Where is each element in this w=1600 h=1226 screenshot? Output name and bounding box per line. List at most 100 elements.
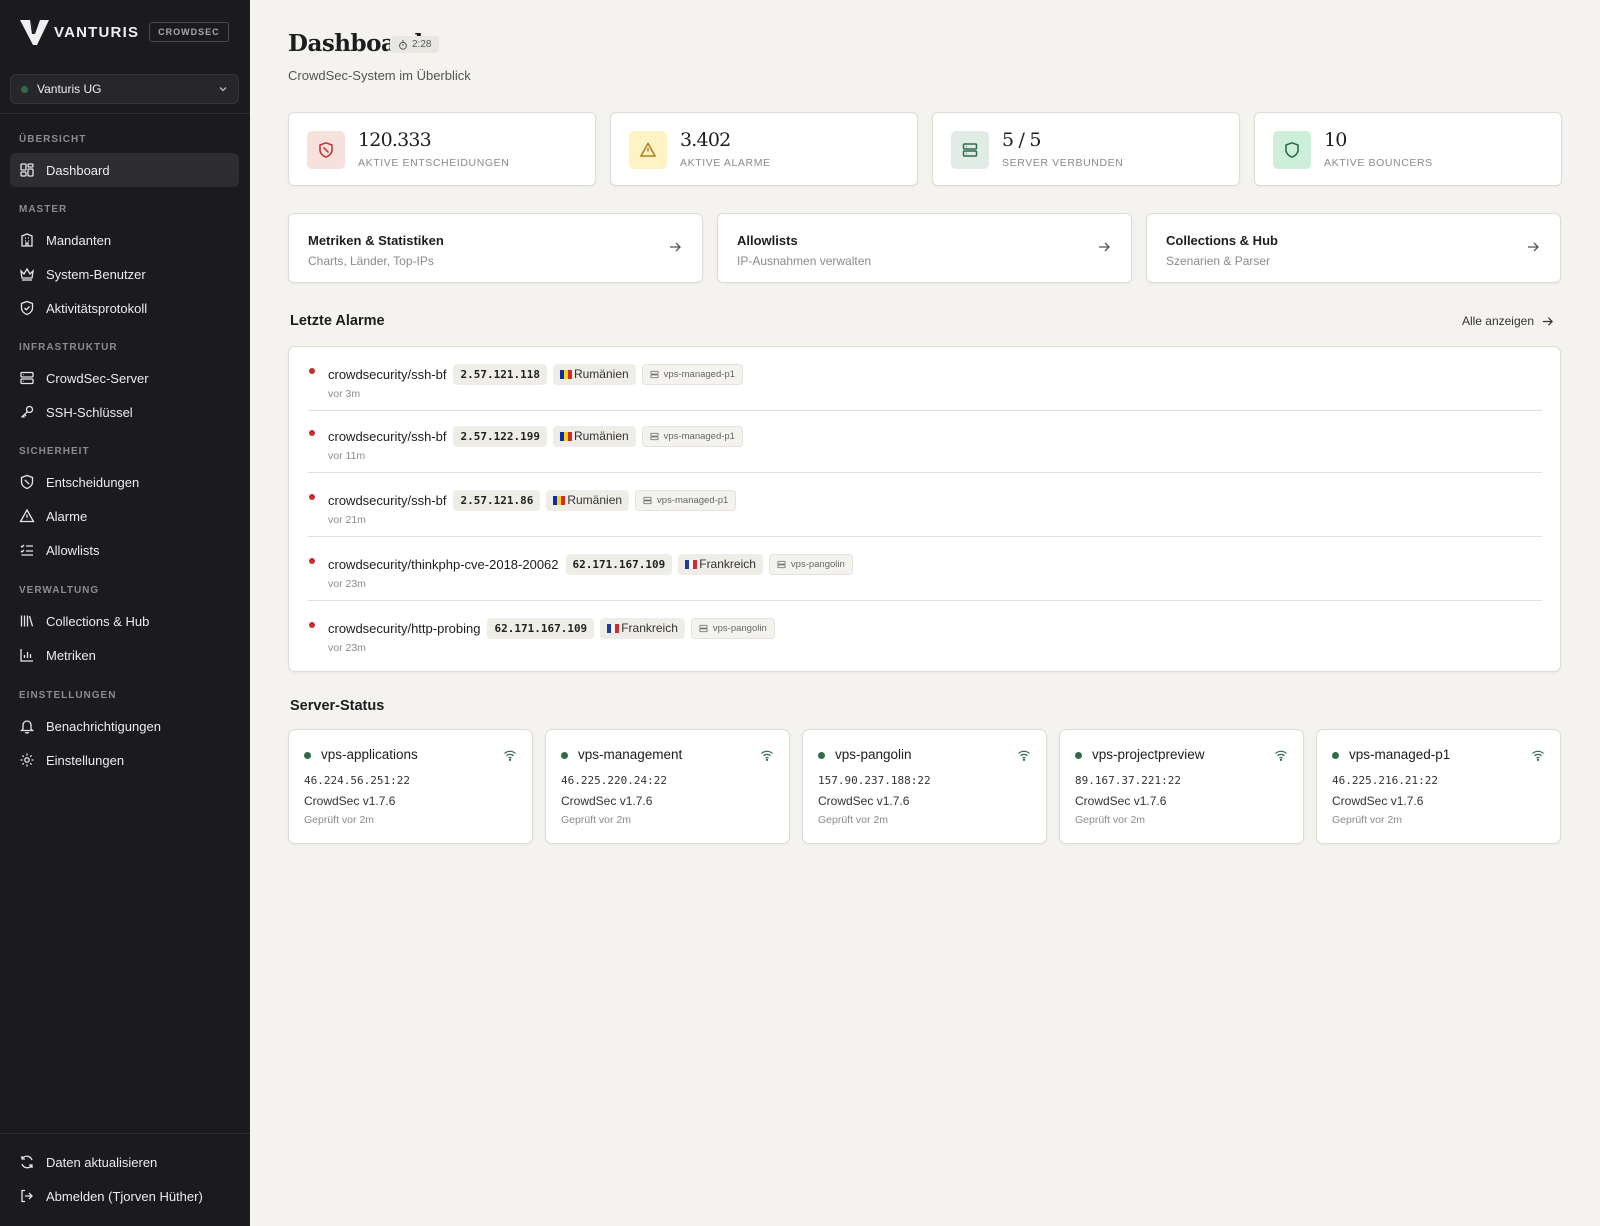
alarm-ip: 2.57.122.199	[453, 425, 547, 447]
stat-card-bouncers[interactable]: 10 AKTIVE BOUNCERS	[1254, 112, 1562, 186]
sidebar-item-servers[interactable]: CrowdSec-Server	[10, 361, 239, 395]
alarm-country: Rumänien	[552, 363, 636, 385]
sidebar-item-label: Dashboard	[46, 162, 110, 178]
alarm-ip: 2.57.121.86	[453, 489, 541, 511]
server-name: vps-management	[578, 747, 683, 762]
stat-label: AKTIVE ALARME	[680, 157, 771, 169]
wifi-icon	[1018, 750, 1030, 761]
server-address: 89.167.37.221:22	[1075, 774, 1181, 787]
sidebar-item-label: Alarme	[46, 508, 88, 524]
sidebar-item-alarms[interactable]: Alarme	[10, 499, 239, 533]
alarm-time: vor 21m	[328, 514, 366, 526]
server-card[interactable]: vps-projectpreview 89.167.37.221:22 Crow…	[1059, 729, 1304, 844]
sidebar-item-tenants[interactable]: Mandanten	[10, 223, 239, 257]
page-subtitle: CrowdSec-System im Überblick	[288, 68, 471, 83]
alarm-scenario: crowdsecurity/ssh-bf	[328, 492, 447, 508]
server-checked: Geprüft vor 2m	[1075, 814, 1146, 826]
stat-value: 3.402	[680, 129, 731, 151]
alarm-scenario: crowdsecurity/ssh-bf	[328, 366, 447, 382]
tenant-status-dot	[21, 85, 28, 93]
stat-label: AKTIVE ENTSCHEIDUNGEN	[358, 157, 510, 169]
sidebar-item-collections[interactable]: Collections & Hub	[10, 604, 239, 638]
show-all-label: Alle anzeigen	[1461, 314, 1534, 328]
stat-card-alarms[interactable]: 3.402 AKTIVE ALARME	[610, 112, 918, 186]
alarm-country: Frankreich	[600, 617, 685, 639]
server-address: 157.90.237.188:22	[818, 774, 931, 787]
link-card-allowlists[interactable]: Allowlists IP-Ausnahmen verwalten	[717, 213, 1132, 283]
bar-chart-icon	[20, 649, 33, 662]
bell-icon	[19, 720, 35, 734]
logout-button[interactable]: Abmelden (Tjorven Hüther)	[10, 1179, 239, 1213]
alarms-section-title: Letzte Alarme	[290, 313, 385, 329]
sidebar-item-settings[interactable]: Einstellungen	[10, 743, 239, 777]
sidebar-item-label: Allowlists	[46, 542, 100, 558]
alarm-status-dot	[309, 622, 315, 628]
tenant-select[interactable]: Vanturis UG	[10, 74, 239, 104]
online-status-dot	[304, 752, 311, 759]
server-card[interactable]: vps-management 46.225.220.24:22 CrowdSec…	[545, 729, 790, 844]
sidebar-item-label: Einstellungen	[46, 752, 125, 768]
shield-ban-icon	[307, 131, 345, 169]
sidebar-item-system-users[interactable]: System-Benutzer	[10, 257, 239, 291]
server-address: 46.225.216.21:22	[1332, 774, 1438, 787]
link-card-subtitle: Charts, Länder, Top-IPs	[308, 254, 434, 268]
alarm-row[interactable]: crowdsecurity/http-probing 62.171.167.10…	[308, 601, 1542, 665]
link-card-title: Metriken & Statistiken	[308, 233, 444, 248]
server-checked: Geprüft vor 2m	[818, 814, 889, 826]
alarm-row[interactable]: crowdsecurity/ssh-bf 2.57.121.118 Rumäni…	[308, 347, 1542, 411]
server-card[interactable]: vps-managed-p1 46.225.216.21:22 CrowdSec…	[1316, 729, 1561, 844]
stat-card-servers[interactable]: 5 / 5 SERVER VERBUNDEN	[932, 112, 1240, 186]
server-checked: Geprüft vor 2m	[561, 814, 632, 826]
refresh-data-button[interactable]: Daten aktualisieren	[10, 1145, 239, 1179]
server-address: 46.224.56.251:22	[304, 774, 410, 787]
alarm-row[interactable]: crowdsecurity/thinkphp-cve-2018-20062 62…	[308, 537, 1542, 601]
section-label-settings: EINSTELLUNGEN	[19, 690, 117, 701]
flag-romania-icon	[559, 431, 572, 441]
alarm-status-dot	[309, 494, 315, 500]
show-all-alarms-link[interactable]: Alle anzeigen	[1462, 314, 1554, 328]
alarm-row[interactable]: crowdsecurity/ssh-bf 2.57.122.199 Rumäni…	[308, 409, 1542, 473]
shield-ban-icon	[20, 474, 34, 490]
link-card-title: Collections & Hub	[1166, 233, 1278, 248]
sidebar-item-activity-log[interactable]: Aktivitätsprotokoll	[10, 291, 239, 325]
alarm-server: vps-managed-p1	[641, 425, 743, 447]
flag-romania-icon	[559, 369, 572, 379]
sidebar-item-allowlists[interactable]: Allowlists	[10, 533, 239, 567]
arrow-right-icon	[1542, 316, 1553, 326]
sidebar-item-dashboard[interactable]: Dashboard	[10, 153, 239, 187]
sidebar-item-decisions[interactable]: Entscheidungen	[10, 465, 239, 499]
refresh-data-label: Daten aktualisieren	[46, 1154, 158, 1170]
link-card-subtitle: IP-Ausnahmen verwalten	[737, 254, 872, 268]
gear-icon	[20, 753, 34, 767]
link-card-metrics[interactable]: Metriken & Statistiken Charts, Länder, T…	[288, 213, 703, 283]
sidebar-item-notifications[interactable]: Benachrichtigungen	[10, 709, 239, 743]
server-icon	[650, 432, 659, 440]
link-card-collections[interactable]: Collections & Hub Szenarien & Parser	[1146, 213, 1561, 283]
online-status-dot	[818, 752, 825, 759]
alarm-row[interactable]: crowdsecurity/ssh-bf 2.57.121.86 Rumänie…	[308, 473, 1542, 537]
server-checked: Geprüft vor 2m	[304, 814, 375, 826]
brand-tag: CROWDSEC	[149, 22, 229, 42]
arrow-right-icon	[670, 242, 681, 252]
server-version: CrowdSec v1.7.6	[818, 794, 910, 808]
wifi-icon	[1532, 750, 1544, 761]
section-label-infra: INFRASTRUKTUR	[19, 342, 118, 353]
wifi-icon	[761, 750, 773, 761]
chevron-down-icon	[219, 87, 227, 92]
arrow-right-icon	[1528, 242, 1539, 252]
server-checked: Geprüft vor 2m	[1332, 814, 1403, 826]
alarm-time: vor 3m	[328, 388, 361, 400]
dashboard-icon	[20, 163, 34, 177]
stat-card-decisions[interactable]: 120.333 AKTIVE ENTSCHEIDUNGEN	[288, 112, 596, 186]
sidebar-divider	[0, 1133, 250, 1134]
alarm-time: vor 11m	[328, 450, 366, 462]
sidebar-item-metrics[interactable]: Metriken	[10, 638, 239, 672]
server-card[interactable]: vps-pangolin 157.90.237.188:22 CrowdSec …	[802, 729, 1047, 844]
wifi-icon	[504, 750, 516, 761]
server-name: vps-pangolin	[835, 747, 912, 762]
sidebar-item-ssh-keys[interactable]: SSH-Schlüssel	[10, 395, 239, 429]
section-label-master: MASTER	[19, 204, 68, 215]
server-card[interactable]: vps-applications 46.224.56.251:22 CrowdS…	[288, 729, 533, 844]
server-icon	[951, 131, 989, 169]
warning-icon	[629, 131, 667, 169]
